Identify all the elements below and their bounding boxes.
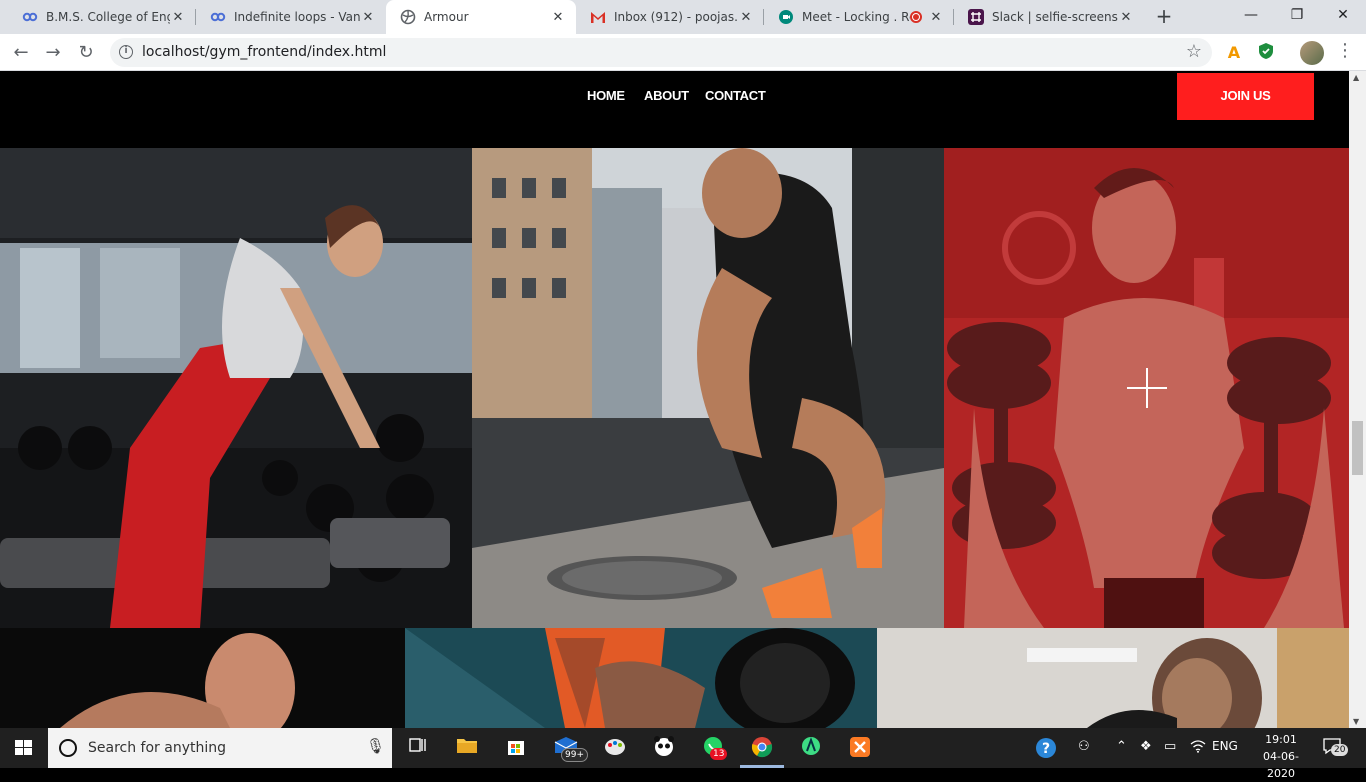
- whatsapp-icon[interactable]: 13: [700, 736, 728, 760]
- slack-icon: [968, 9, 984, 25]
- paint-icon[interactable]: [602, 736, 628, 760]
- clock-time: 19:01: [1265, 733, 1297, 746]
- extension-shield-icon[interactable]: [1255, 42, 1277, 64]
- profile-avatar[interactable]: [1300, 41, 1324, 65]
- reload-icon[interactable]: ↻: [73, 40, 99, 66]
- link-icon: [22, 9, 38, 25]
- menu-kebab-icon[interactable]: ⋮: [1336, 40, 1354, 61]
- meet-icon: [778, 9, 794, 25]
- site-navbar: HOME ABOUT CONTACT JOIN US: [0, 71, 1349, 148]
- close-tab-icon[interactable]: ✕: [928, 10, 944, 25]
- browser-tab-strip: B.M.S. College of Engine ✕ Indefinite lo…: [0, 0, 1366, 34]
- notification-count-badge: 20: [1331, 744, 1349, 756]
- nav-home-link[interactable]: HOME: [587, 88, 625, 103]
- tab-title: Meet - Locking . Re: [802, 10, 910, 24]
- scroll-up-arrow-icon[interactable]: ▲: [1353, 73, 1359, 82]
- page-viewport: HOME ABOUT CONTACT JOIN US: [0, 71, 1349, 728]
- microphone-icon[interactable]: 🎙: [366, 737, 385, 755]
- battery-icon[interactable]: ▭: [1164, 739, 1176, 754]
- address-bar[interactable]: i localhost/gym_frontend/index.html ☆: [110, 38, 1212, 67]
- panda-app-icon[interactable]: [651, 736, 677, 760]
- show-hidden-icons-chevron[interactable]: ⌃: [1116, 739, 1127, 754]
- gallery-photo-man-dumbbell-curl[interactable]: [944, 148, 1349, 628]
- microsoft-store-icon[interactable]: [503, 736, 529, 760]
- recording-icon: [910, 11, 922, 23]
- forward-arrow-icon[interactable]: →: [40, 40, 66, 66]
- tab-gmail-inbox[interactable]: Inbox (912) - poojas.cs1 ✕: [576, 0, 764, 34]
- scroll-down-arrow-icon[interactable]: ▼: [1353, 717, 1359, 726]
- url-text[interactable]: localhost/gym_frontend/index.html: [142, 44, 386, 60]
- cortana-ring-icon: [59, 739, 77, 757]
- gallery-photo-bald-man-pushup[interactable]: [0, 628, 405, 728]
- close-tab-icon[interactable]: ✕: [170, 10, 186, 25]
- close-tab-icon[interactable]: ✕: [550, 10, 566, 25]
- new-tab-button[interactable]: +: [1152, 5, 1176, 29]
- notification-center-icon[interactable]: 20: [1322, 736, 1349, 762]
- extension-a-icon[interactable]: A: [1223, 42, 1245, 64]
- gmail-icon: [590, 9, 606, 25]
- tab-bms-college[interactable]: B.M.S. College of Engine ✕: [8, 0, 196, 34]
- browser-toolbar: ← → ↻ i localhost/gym_frontend/index.htm…: [0, 34, 1366, 71]
- join-us-button[interactable]: JOIN US: [1177, 73, 1314, 120]
- site-info-icon[interactable]: i: [119, 45, 133, 59]
- tab-title: Armour: [424, 10, 469, 24]
- tab-title: B.M.S. College of Engine: [46, 10, 170, 24]
- windows-logo-icon: [15, 740, 32, 755]
- xampp-icon[interactable]: [847, 736, 873, 760]
- tab-title: Slack | selfie-screenshot: [992, 10, 1118, 24]
- gallery-photo-woman-dumbbell-row[interactable]: [0, 148, 472, 628]
- clock-date: 04-06-2020: [1263, 750, 1299, 780]
- zoom-plus-icon[interactable]: [1127, 368, 1167, 408]
- close-tab-icon[interactable]: ✕: [360, 10, 376, 25]
- start-button[interactable]: [0, 728, 48, 768]
- search-placeholder: Search for anything: [88, 740, 226, 756]
- back-arrow-icon[interactable]: ←: [8, 40, 34, 66]
- link-icon: [210, 9, 226, 25]
- tab-slack[interactable]: Slack | selfie-screenshot ✕: [954, 0, 1144, 34]
- gallery-photo-barbell-lift[interactable]: [405, 628, 877, 728]
- language-indicator[interactable]: ENG: [1212, 739, 1238, 753]
- close-window-button[interactable]: ✕: [1320, 0, 1366, 30]
- taskbar-search-box[interactable]: Search for anything 🎙: [48, 728, 392, 768]
- maximize-button[interactable]: ❐: [1274, 0, 1320, 30]
- clock[interactable]: 19:01 04-06-2020: [1252, 731, 1310, 782]
- android-studio-icon[interactable]: [798, 736, 824, 760]
- nav-contact-link[interactable]: CONTACT: [705, 88, 766, 103]
- wifi-icon[interactable]: [1190, 739, 1206, 757]
- mail-icon[interactable]: 99+: [553, 736, 588, 762]
- tab-title: Indefinite loops - Vande: [234, 10, 360, 24]
- tab-armour[interactable]: Armour ✕: [386, 0, 576, 34]
- globe-icon: [400, 9, 416, 25]
- gallery-photo-woman-training[interactable]: [877, 628, 1349, 728]
- help-icon[interactable]: ?: [1035, 737, 1057, 763]
- tab-title: Inbox (912) - poojas.cs1: [614, 10, 738, 24]
- tab-indefinite-loops[interactable]: Indefinite loops - Vande ✕: [196, 0, 386, 34]
- task-view-icon[interactable]: [405, 736, 431, 760]
- page-scrollbar[interactable]: ▲ ▼: [1349, 71, 1366, 728]
- whatsapp-count-badge: 13: [710, 748, 728, 760]
- close-tab-icon[interactable]: ✕: [1118, 10, 1134, 25]
- chrome-icon[interactable]: [749, 736, 775, 760]
- svg-text:?: ?: [1042, 741, 1050, 757]
- gallery-photo-man-tying-shoe[interactable]: [472, 148, 944, 628]
- close-tab-icon[interactable]: ✕: [738, 10, 754, 25]
- bookmark-star-icon[interactable]: ☆: [1186, 41, 1202, 62]
- minimize-button[interactable]: —: [1228, 0, 1274, 30]
- file-explorer-icon[interactable]: [454, 736, 480, 760]
- windows-taskbar: Search for anything 🎙 99+ 13 ? ⚇ ⌃ ❖ ▭ E…: [0, 728, 1366, 780]
- scrollbar-thumb[interactable]: [1352, 421, 1363, 475]
- nav-about-link[interactable]: ABOUT: [644, 88, 689, 103]
- people-icon[interactable]: ⚇: [1078, 739, 1090, 754]
- dropbox-icon[interactable]: ❖: [1140, 739, 1152, 754]
- mail-count-badge: 99+: [561, 748, 588, 762]
- tab-google-meet[interactable]: Meet - Locking . Re ✕: [764, 0, 954, 34]
